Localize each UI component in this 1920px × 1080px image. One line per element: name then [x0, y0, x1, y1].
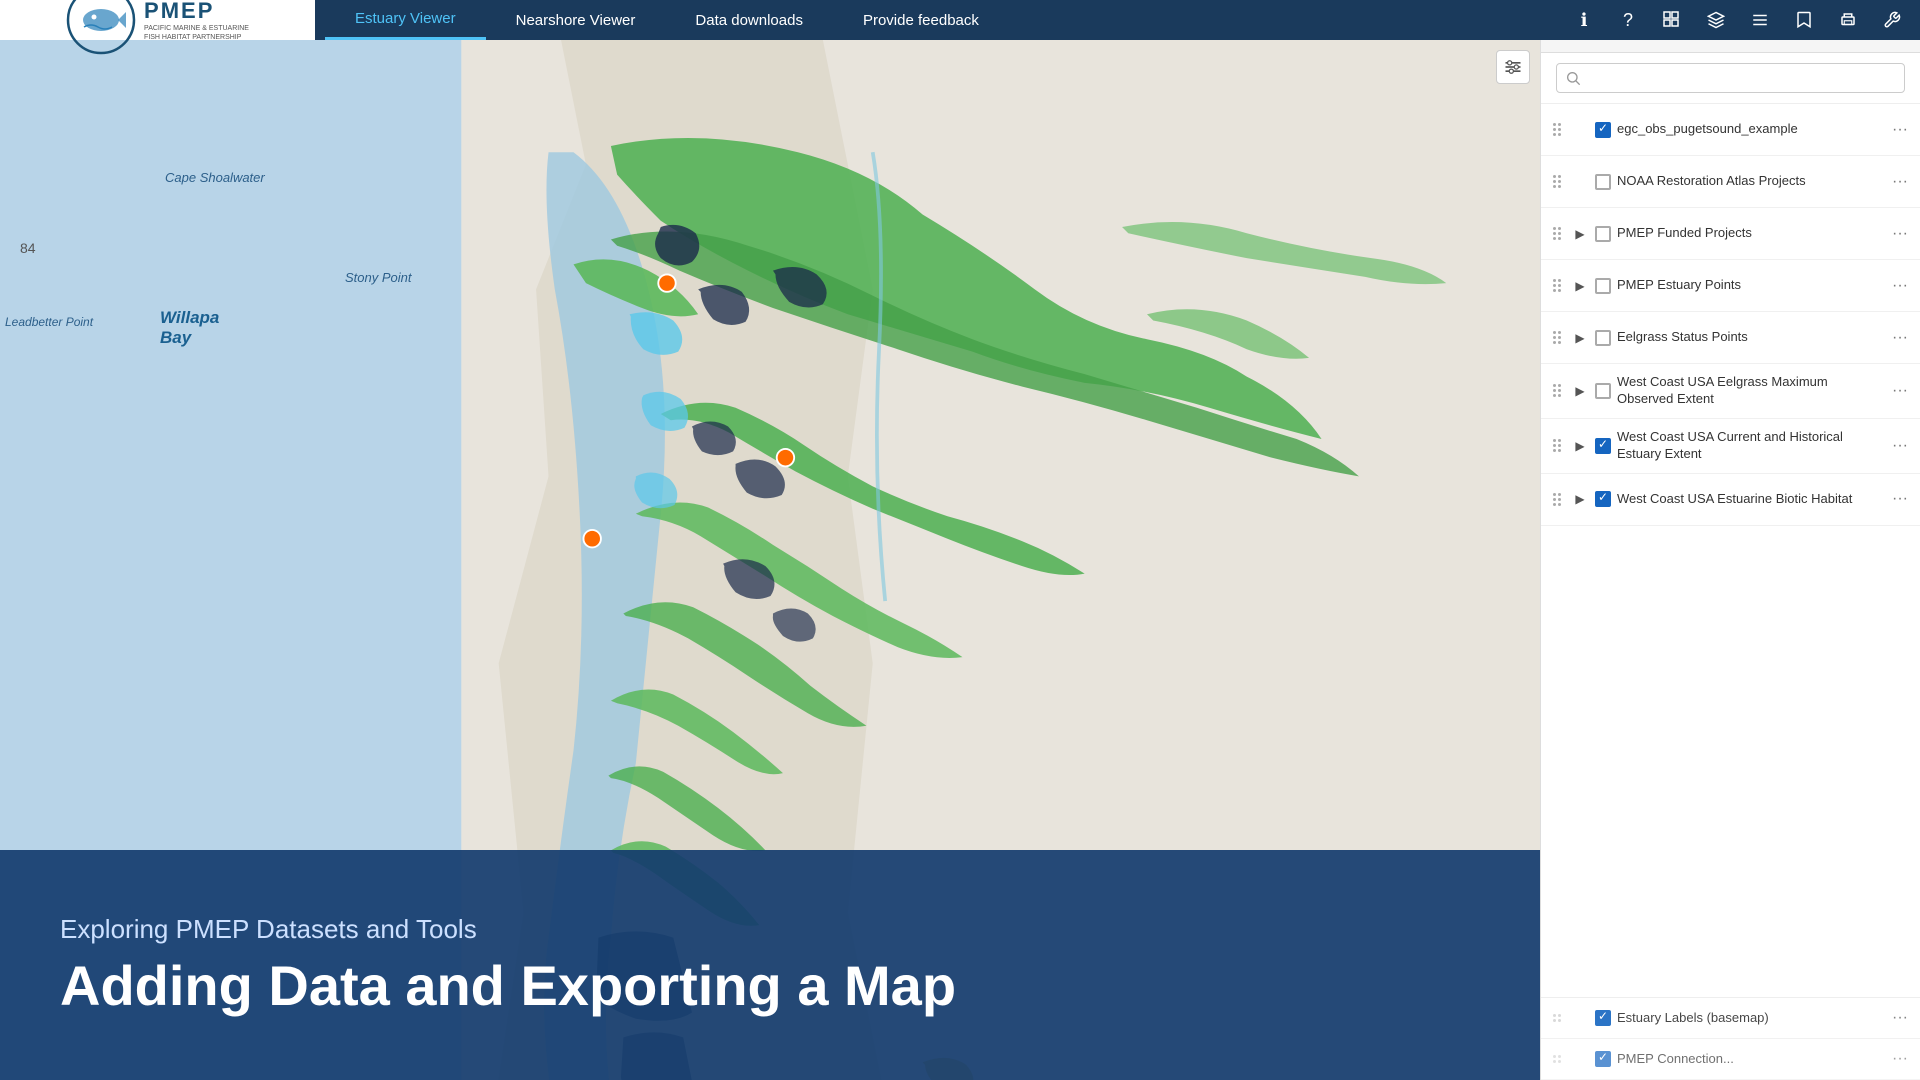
layer-checkbox-wc-eelgrass[interactable]: [1595, 383, 1611, 399]
layer-name-pmep-funded: PMEP Funded Projects: [1617, 225, 1882, 242]
layer-name-wc-estuary: West Coast USA Current and Historical Es…: [1617, 429, 1882, 463]
layer-item-noaa: NOAA Restoration Atlas Projects ···: [1541, 156, 1920, 208]
drag-handle-wc-biotic[interactable]: [1549, 489, 1565, 510]
nav-provide-feedback[interactable]: Provide feedback: [833, 0, 1009, 40]
layer-checkbox-pmep-connection[interactable]: [1595, 1051, 1611, 1067]
layer-checkbox-egc[interactable]: [1595, 122, 1611, 138]
layer-name-egc: egc_obs_pugetsound_example: [1617, 121, 1882, 138]
layer-menu-pmep-estuary[interactable]: ···: [1888, 274, 1912, 298]
nav-links: Estuary Viewer Nearshore Viewer Data dow…: [315, 0, 1566, 40]
logo-pmep-text: PMEP: [144, 0, 249, 24]
layer-menu-eelgrass-status[interactable]: ···: [1888, 326, 1912, 350]
layer-menu-wc-eelgrass[interactable]: ···: [1888, 379, 1912, 403]
drag-handle-egc[interactable]: [1549, 119, 1565, 140]
layer-name-eelgrass-status: Eelgrass Status Points: [1617, 329, 1882, 346]
layer-item-basemap: Estuary Labels (basemap) ···: [1541, 998, 1920, 1039]
expand-btn-wc-eelgrass[interactable]: ▶: [1571, 382, 1589, 400]
layer-item-wc-biotic: ▶ West Coast USA Estuarine Biotic Habita…: [1541, 474, 1920, 526]
expand-btn-wc-estuary[interactable]: ▶: [1571, 437, 1589, 455]
layer-menu-egc[interactable]: ···: [1888, 118, 1912, 142]
layer-name-noaa: NOAA Restoration Atlas Projects: [1617, 173, 1882, 190]
drag-handle-pmep-funded[interactable]: [1549, 223, 1565, 244]
nav-estuary-viewer[interactable]: Estuary Viewer: [325, 0, 486, 40]
print-icon[interactable]: [1830, 2, 1866, 38]
layer-item-wc-estuary: ▶ West Coast USA Current and Historical …: [1541, 419, 1920, 474]
banner-subtitle: Exploring PMEP Datasets and Tools: [60, 914, 1480, 945]
logo-area: PMEP PACIFIC MARINE & ESTUARINE FISH HAB…: [0, 0, 315, 40]
logo-subtitle: PACIFIC MARINE & ESTUARINE FISH HABITAT …: [144, 24, 249, 42]
bottom-banner: Exploring PMEP Datasets and Tools Adding…: [0, 850, 1540, 1080]
layer-checkbox-wc-biotic[interactable]: [1595, 491, 1611, 507]
layer-item-wc-eelgrass: ▶ West Coast USA Eelgrass Maximum Observ…: [1541, 364, 1920, 419]
search-input[interactable]: [1556, 63, 1905, 93]
banner-title: Adding Data and Exporting a Map: [60, 955, 1480, 1017]
layer-checkbox-pmep-estuary[interactable]: [1595, 278, 1611, 294]
layer-name-wc-eelgrass: West Coast USA Eelgrass Maximum Observed…: [1617, 374, 1882, 408]
layer-item-pmep-funded: ▶ PMEP Funded Projects ···: [1541, 208, 1920, 260]
layer-name-basemap: Estuary Labels (basemap): [1617, 1010, 1882, 1027]
settings-icon: [1503, 57, 1523, 77]
layer-list: egc_obs_pugetsound_example ··· NOAA Rest…: [1541, 104, 1920, 997]
layer-menu-noaa[interactable]: ···: [1888, 170, 1912, 194]
expand-btn-pmep-estuary[interactable]: ▶: [1571, 277, 1589, 295]
layer-name-wc-biotic: West Coast USA Estuarine Biotic Habitat: [1617, 491, 1882, 508]
tools-icon[interactable]: [1874, 2, 1910, 38]
info-icon[interactable]: ℹ: [1566, 2, 1602, 38]
layer-item-pmep-estuary: ▶ PMEP Estuary Points ···: [1541, 260, 1920, 312]
layer-checkbox-eelgrass-status[interactable]: [1595, 330, 1611, 346]
coordinate-label: 84: [20, 240, 36, 256]
layer-item-egc: egc_obs_pugetsound_example ···: [1541, 104, 1920, 156]
layer-checkbox-basemap[interactable]: [1595, 1010, 1611, 1026]
grid-icon[interactable]: [1654, 2, 1690, 38]
layer-menu-wc-estuary[interactable]: ···: [1888, 434, 1912, 458]
logo-icon: [66, 0, 136, 55]
drag-handle-basemap[interactable]: [1549, 1010, 1565, 1026]
layer-menu-pmep-connection[interactable]: ···: [1888, 1047, 1912, 1071]
expand-btn-eelgrass-status[interactable]: ▶: [1571, 329, 1589, 347]
layer-checkbox-noaa[interactable]: [1595, 174, 1611, 190]
nav-nearshore-viewer[interactable]: Nearshore Viewer: [486, 0, 666, 40]
layer-menu-wc-biotic[interactable]: ···: [1888, 487, 1912, 511]
drag-handle-wc-eelgrass[interactable]: [1549, 380, 1565, 401]
drag-handle-eelgrass-status[interactable]: [1549, 327, 1565, 348]
right-panel: Estuary Map Layers ✕ egc_o: [1540, 0, 1920, 1080]
help-icon[interactable]: ?: [1610, 2, 1646, 38]
layer-menu-basemap[interactable]: ···: [1888, 1006, 1912, 1030]
layer-item-eelgrass-status: ▶ Eelgrass Status Points ···: [1541, 312, 1920, 364]
layer-checkbox-wc-estuary[interactable]: [1595, 438, 1611, 454]
navbar: PMEP PACIFIC MARINE & ESTUARINE FISH HAB…: [0, 0, 1920, 40]
layers-icon[interactable]: [1698, 2, 1734, 38]
drag-handle-pmep-estuary[interactable]: [1549, 275, 1565, 296]
bottom-panel-layers: Estuary Labels (basemap) ··· PMEP Connec…: [1541, 997, 1920, 1080]
drag-handle-wc-estuary[interactable]: [1549, 435, 1565, 456]
layer-item-pmep-connection: PMEP Connection... ···: [1541, 1039, 1920, 1080]
bookmark-icon[interactable]: [1786, 2, 1822, 38]
drag-handle-pmep-connection[interactable]: [1549, 1051, 1565, 1067]
logo-text: PMEP PACIFIC MARINE & ESTUARINE FISH HAB…: [144, 0, 249, 42]
expand-btn-pmep-funded[interactable]: ▶: [1571, 225, 1589, 243]
expand-btn-wc-biotic[interactable]: ▶: [1571, 490, 1589, 508]
nav-icons: ℹ ?: [1566, 2, 1920, 38]
layer-search: [1541, 53, 1920, 104]
layer-menu-pmep-funded[interactable]: ···: [1888, 222, 1912, 246]
logo: PMEP PACIFIC MARINE & ESTUARINE FISH HAB…: [61, 0, 254, 60]
legend-icon[interactable]: [1742, 2, 1778, 38]
drag-handle-noaa[interactable]: [1549, 171, 1565, 192]
layer-name-pmep-estuary: PMEP Estuary Points: [1617, 277, 1882, 294]
nav-data-downloads[interactable]: Data downloads: [665, 0, 833, 40]
layer-name-pmep-connection: PMEP Connection...: [1617, 1051, 1882, 1068]
layer-checkbox-pmep-funded[interactable]: [1595, 226, 1611, 242]
map-settings-button[interactable]: [1496, 50, 1530, 84]
